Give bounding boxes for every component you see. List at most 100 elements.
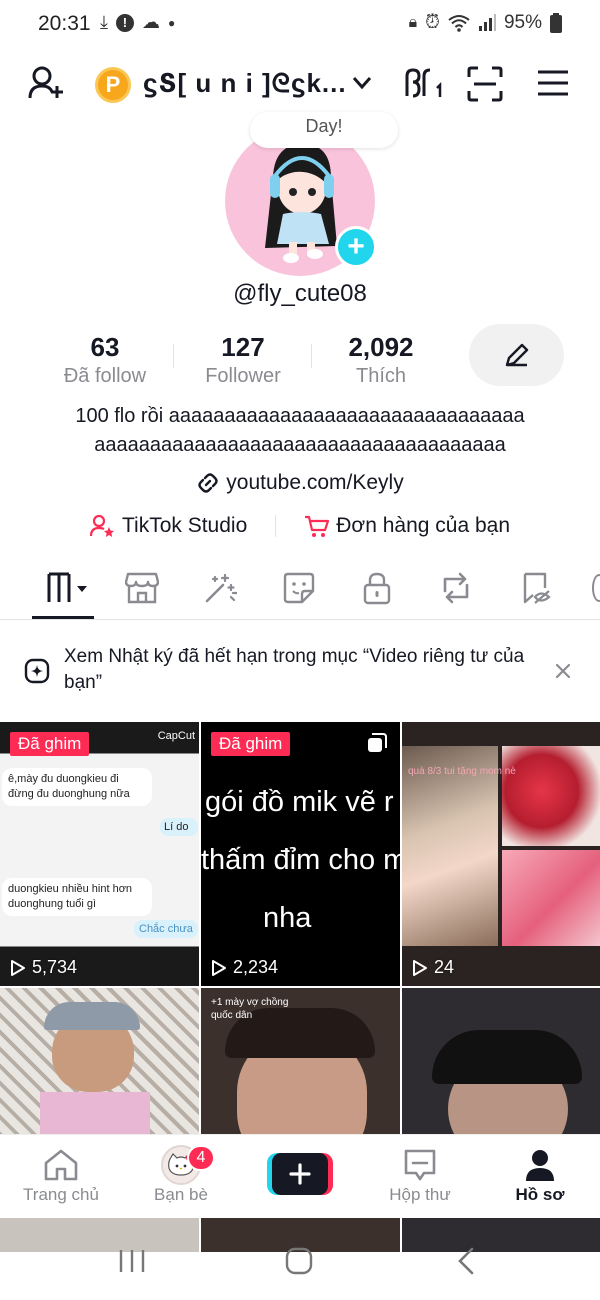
- status-right: 🔒︎ ⏰︎ 95%: [409, 12, 562, 34]
- profile-header: P ϛՏ[ u n i ]ᘓϛk...: [0, 52, 600, 114]
- view-count-value: 2,234: [233, 957, 279, 977]
- video-thumbnail[interactable]: gói đồ mik vẽ r thấm đỉm cho m nha Đã gh…: [201, 722, 400, 986]
- bio-line: aaaaaaaaaaaaaaaaaaaaaaaaaaaaaaaaaaaaa: [94, 434, 506, 456]
- pinned-badge: Đã ghim: [211, 732, 291, 756]
- quick-links: TikTok Studio Đơn hàng của bạn: [0, 514, 600, 538]
- view-count: 2,234: [211, 957, 278, 978]
- content-tabs: [0, 560, 600, 620]
- tab-private[interactable]: [357, 570, 397, 606]
- nav-profile[interactable]: Hồ sơ: [485, 1145, 595, 1205]
- tab-stickers[interactable]: [279, 570, 319, 606]
- magic-wand-icon: [205, 573, 237, 603]
- pencil-icon: [505, 343, 528, 367]
- view-count-value: 24: [434, 957, 455, 977]
- alarm-icon: ⏰︎: [425, 12, 440, 33]
- plus-icon: [289, 1163, 311, 1185]
- close-icon[interactable]: [554, 662, 572, 680]
- active-tab-indicator: [32, 616, 94, 619]
- link-icon: [198, 473, 218, 493]
- nav-home[interactable]: Trang chủ: [6, 1145, 116, 1205]
- video-thumbnail[interactable]: CapCut ê,mày đu duongkieu đi đừng đu duo…: [0, 722, 199, 986]
- creator-tools-icon[interactable]: [404, 66, 444, 100]
- play-icon: [11, 959, 25, 976]
- profile-bio: 100 flo rồi aaaaaaaaaaaaaaaaaaaaaaaaaaaa…: [40, 402, 560, 460]
- play-icon: [212, 959, 226, 976]
- add-friend-icon[interactable]: [28, 66, 66, 100]
- hat-image: [44, 1002, 140, 1030]
- shop-icon: [125, 572, 159, 604]
- quick-links-divider: [275, 515, 277, 537]
- video-thumbnail[interactable]: quà 8/3 tui tặng mom nè 24: [402, 722, 600, 986]
- orders-label: Đơn hàng của bạn: [336, 514, 510, 537]
- tiktok-studio-link[interactable]: TikTok Studio: [89, 514, 247, 538]
- stat-likes[interactable]: 2,092 Thích: [326, 332, 436, 388]
- tab-videos[interactable]: [45, 570, 93, 606]
- create-button[interactable]: [267, 1153, 333, 1195]
- hair-image: [432, 1030, 582, 1084]
- thumbnail-text: thấm đỉm cho m: [201, 844, 400, 876]
- stat-divider: [311, 344, 312, 368]
- lock-icon: 🔒︎: [408, 14, 418, 31]
- studio-icon: [89, 514, 114, 537]
- stat-following-label: Đã follow: [63, 365, 147, 387]
- alert-icon: !: [115, 13, 134, 32]
- nav-inbox[interactable]: Hộp thư: [365, 1145, 475, 1205]
- lock-icon: [363, 572, 391, 605]
- nav-home-label: Trang chủ: [23, 1185, 99, 1204]
- cart-icon: [305, 515, 330, 537]
- username: @fly_cute08: [233, 280, 367, 307]
- profile-link[interactable]: youtube.com/Keyly: [0, 471, 600, 495]
- status-notification-icons: ⤓ ! ☁ ●: [100, 12, 175, 33]
- edit-profile-button[interactable]: [469, 324, 564, 386]
- friends-notification-badge: 4: [187, 1145, 215, 1171]
- chat-bubble: duongkieu nhiều hint hơn duonghung tuổi …: [2, 878, 152, 916]
- account-level-badge: P: [95, 67, 131, 103]
- stat-following-value: 63: [90, 332, 120, 362]
- thumbnail-caption: quà 8/3 tui tặng mom nè: [408, 766, 516, 777]
- avatar-speech-bubble: Day!: [250, 112, 398, 148]
- chat-bubble: Lí do: [160, 818, 198, 836]
- tab-reposts[interactable]: [436, 570, 476, 606]
- thumbnail-background: [0, 722, 199, 986]
- bottom-navigation: Trang chủ Bạn bè 4 Hộp thư Hồ sơ: [0, 1134, 600, 1218]
- scan-icon[interactable]: [467, 66, 503, 102]
- status-bar: 20:31 ⤓ ! ☁ ● 🔒︎ ⏰︎ 95%: [0, 0, 600, 46]
- thumbnail-text: gói đồ mik vẽ r: [205, 786, 394, 818]
- pinned-badge: Đã ghim: [10, 732, 90, 756]
- chevron-down-icon[interactable]: [352, 76, 372, 90]
- repost-icon: [443, 572, 469, 604]
- view-count: 24: [412, 957, 454, 978]
- roses-image: [502, 746, 600, 846]
- back-icon[interactable]: [456, 1247, 476, 1275]
- dot-icon: ●: [167, 15, 176, 30]
- nav-friends[interactable]: Bạn bè: [126, 1145, 236, 1205]
- videos-grid-icon: [47, 572, 87, 602]
- account-switcher-name[interactable]: ϛՏ[ u n i ]ᘓϛk...: [143, 68, 347, 100]
- chat-bubble: ê,mày đu duongkieu đi đừng đu duonghung …: [2, 768, 152, 806]
- stat-followers[interactable]: 127 Follower: [188, 332, 298, 388]
- expired-log-notice[interactable]: Xem Nhật ký đã hết hạn trong mục “Video …: [0, 638, 600, 704]
- create-button-face: [272, 1153, 328, 1195]
- tab-favorites-hidden[interactable]: [516, 570, 556, 606]
- cloud-icon: ☁: [141, 12, 160, 32]
- stat-following[interactable]: 63 Đã follow: [50, 332, 160, 388]
- recent-apps-icon[interactable]: [118, 1248, 146, 1274]
- gift-image: [502, 850, 600, 946]
- sparkle-icon: [24, 658, 50, 684]
- inbox-icon: [404, 1149, 436, 1181]
- video-grid: CapCut ê,mày đu duongkieu đi đừng đu duo…: [0, 722, 600, 1252]
- stat-likes-value: 2,092: [348, 332, 414, 362]
- menu-icon[interactable]: [537, 70, 569, 96]
- profile-link-text: youtube.com/Keyly: [226, 471, 404, 494]
- download-icon: ⤓: [100, 12, 108, 32]
- stat-followers-value: 127: [221, 332, 265, 362]
- capcut-watermark: CapCut: [157, 730, 195, 742]
- tab-more-partial[interactable]: [592, 574, 600, 602]
- multi-photo-icon: [368, 733, 387, 752]
- tab-effects[interactable]: [200, 570, 240, 606]
- add-story-button[interactable]: +: [335, 226, 377, 268]
- orders-link[interactable]: Đơn hàng của bạn: [304, 514, 510, 538]
- home-button-icon[interactable]: [285, 1247, 313, 1275]
- chat-bubble: Chắc chưa: [134, 920, 198, 938]
- tab-shop[interactable]: [122, 570, 162, 606]
